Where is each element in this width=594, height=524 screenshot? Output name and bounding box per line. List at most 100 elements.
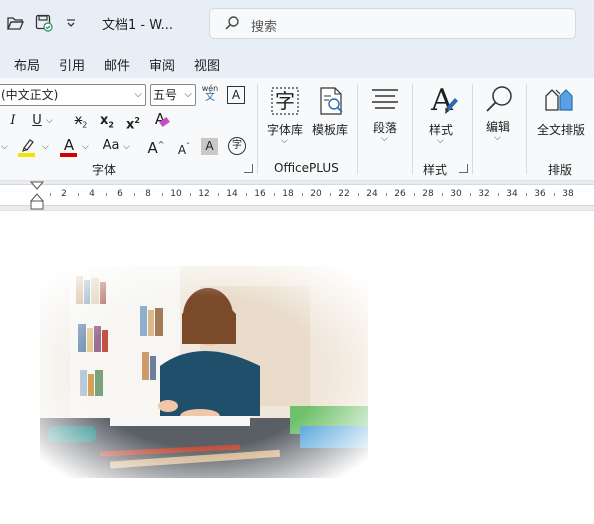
ruler-tick xyxy=(134,193,135,196)
chevron-down-icon[interactable]: ⌵ xyxy=(437,136,444,146)
indent-marker-icon[interactable] xyxy=(29,181,45,211)
ruler-mark-label: 24 xyxy=(366,189,378,199)
ruler-tick xyxy=(358,193,359,196)
ruler-tick xyxy=(302,193,303,196)
strikethrough-subscript-button[interactable]: x2 xyxy=(72,112,90,135)
group-divider xyxy=(412,84,413,174)
document-top-edge xyxy=(0,210,594,211)
shrink-font-button[interactable]: Aˇ xyxy=(174,138,194,159)
styles-icon[interactable]: A xyxy=(426,84,458,118)
styles-dialog-launcher-icon[interactable] xyxy=(459,164,468,173)
ruler-tick xyxy=(470,193,471,196)
tab-mailings[interactable]: 邮件 xyxy=(104,55,130,74)
highlight-button[interactable] xyxy=(18,137,38,161)
ruler-mark-label: 4 xyxy=(89,189,95,199)
chevron-down-icon[interactable]: ⌵ xyxy=(42,142,49,152)
ruler-tick xyxy=(526,193,527,196)
grow-font-letter: A xyxy=(147,139,158,157)
chevron-down-icon[interactable]: ⌵ xyxy=(1,142,8,152)
clear-formatting-button[interactable]: A xyxy=(150,110,170,128)
subscript-2: 2 xyxy=(82,120,88,130)
search-box[interactable]: 搜索 xyxy=(209,8,576,39)
tab-layout[interactable]: 布局 xyxy=(14,55,40,74)
chevron-down-icon: ⌵ xyxy=(184,89,192,100)
full-text-layout-label[interactable]: 全文排版 xyxy=(533,121,589,138)
ruler-tick xyxy=(162,193,163,196)
ruler-tick xyxy=(190,193,191,196)
ruler-mark-label: 20 xyxy=(310,189,322,199)
ruler-tick xyxy=(554,193,555,196)
ruler-mark-label: 10 xyxy=(170,189,182,199)
subscript-button[interactable]: x2 xyxy=(98,112,116,135)
ruler-tick xyxy=(414,193,415,196)
font-size-value: 五号 xyxy=(153,88,178,102)
template-library-label[interactable]: 模板库 xyxy=(309,121,351,138)
ruler-mark-label: 8 xyxy=(145,189,151,199)
ruler-mark-label: 14 xyxy=(226,189,238,199)
full-text-layout-icon[interactable] xyxy=(543,86,577,114)
change-case-button[interactable]: Aa xyxy=(100,137,122,155)
group-divider xyxy=(257,84,258,174)
officeplus-group-label: OfficePLUS xyxy=(274,161,339,175)
ruler-tick xyxy=(442,193,443,196)
title-bar: 文档1 - W... 搜索 xyxy=(0,0,594,47)
ruler-tick xyxy=(498,193,499,196)
font-group-label: 字体 xyxy=(92,163,117,177)
font-color-bar xyxy=(60,153,77,157)
superscript-button[interactable]: x2 xyxy=(124,112,142,134)
ruler-tick xyxy=(386,193,387,196)
highlight-color-bar xyxy=(18,153,35,157)
tab-view[interactable]: 视图 xyxy=(194,55,220,74)
customize-dropdown-icon[interactable] xyxy=(64,12,78,34)
group-divider xyxy=(472,84,473,174)
tab-review[interactable]: 审阅 xyxy=(149,55,175,74)
ruler-mark-label: 26 xyxy=(394,189,406,199)
ruler-mark-label: 2 xyxy=(61,189,67,199)
tab-references[interactable]: 引用 xyxy=(59,55,85,74)
chevron-down-icon[interactable]: ⌵ xyxy=(123,142,130,152)
open-folder-icon[interactable] xyxy=(6,12,24,34)
chevron-down-icon[interactable]: ⌵ xyxy=(381,134,388,144)
ruler-mark-label: 34 xyxy=(506,189,518,199)
font-color-button[interactable]: A xyxy=(60,136,78,157)
ribbon: (中文正文) ⌵ 五号 ⌵ wén 文 A I U ⌵ x2 x2 x2 A ⌵… xyxy=(0,78,594,181)
underline-button[interactable]: U xyxy=(30,112,44,130)
document-photo[interactable] xyxy=(40,266,370,478)
editing-search-icon[interactable] xyxy=(484,84,514,114)
document-title: 文档1 - W... xyxy=(102,18,173,33)
grow-font-button[interactable]: A^ xyxy=(146,136,166,157)
phonetic-guide-button[interactable]: wén 文 xyxy=(201,84,219,103)
search-placeholder: 搜索 xyxy=(251,20,278,35)
font-dialog-launcher-icon[interactable] xyxy=(244,164,253,173)
chevron-down-icon[interactable]: ⌵ xyxy=(281,136,288,146)
ruler-mark-label: 18 xyxy=(282,189,294,199)
template-library-icon[interactable] xyxy=(316,86,346,116)
italic-button[interactable]: I xyxy=(6,112,20,130)
ruler-mark-label: 36 xyxy=(534,189,546,199)
group-divider xyxy=(526,84,527,174)
ruler-mark-label: 28 xyxy=(422,189,434,199)
ruler-mark-label: 38 xyxy=(562,189,574,199)
ruler-tick xyxy=(330,193,331,196)
ruler-tick xyxy=(246,193,247,196)
chevron-down-icon[interactable]: ⌵ xyxy=(494,133,501,143)
chevron-down-icon[interactable]: ⌵ xyxy=(46,116,53,126)
ruler-mark-label: 22 xyxy=(338,189,350,199)
phonetic-bottom-text: 文 xyxy=(205,92,215,103)
font-library-icon[interactable]: 字 xyxy=(270,86,300,116)
enclose-characters-button[interactable]: 字 xyxy=(228,137,246,155)
ruler-mark-label: 16 xyxy=(254,189,266,199)
font-size-select[interactable]: 五号 ⌵ xyxy=(150,84,196,106)
ruler-tick xyxy=(218,193,219,196)
character-shading-button[interactable]: A xyxy=(201,138,218,155)
save-sync-icon[interactable] xyxy=(34,12,54,34)
chevron-down-icon: ⌵ xyxy=(134,89,142,100)
search-icon xyxy=(224,15,240,34)
font-name-select[interactable]: (中文正文) ⌵ xyxy=(0,84,146,106)
paragraph-icon[interactable] xyxy=(371,88,399,112)
character-border-button[interactable]: A xyxy=(227,86,245,104)
chevron-down-icon[interactable]: ⌵ xyxy=(82,142,89,152)
layout-group-label: 排版 xyxy=(548,163,573,177)
ruler-tick xyxy=(78,193,79,196)
ruler-mark-label: 12 xyxy=(198,189,210,199)
